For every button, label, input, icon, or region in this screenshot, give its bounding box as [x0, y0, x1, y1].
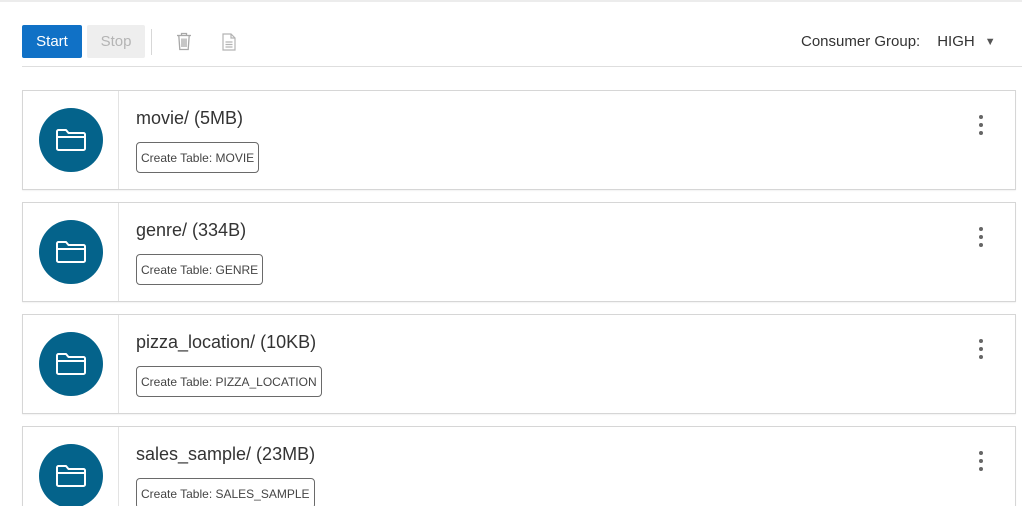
folder-title: pizza_location/ (10KB)	[136, 332, 317, 352]
stop-button[interactable]: Stop	[87, 25, 145, 58]
more-options-icon[interactable]	[974, 225, 988, 249]
more-options-icon[interactable]	[974, 337, 988, 361]
more-options-icon[interactable]	[974, 449, 988, 473]
folder-icon	[39, 444, 103, 506]
more-options-icon[interactable]	[974, 113, 988, 137]
document-icon[interactable]	[218, 30, 240, 54]
create-table-button[interactable]: Create Table: PIZZA_LOCATION	[136, 366, 322, 397]
folder-card[interactable]: sales_sample/ (23MB) Create Table: SALES…	[22, 426, 1016, 506]
folder-title: genre/ (334B)	[136, 220, 247, 240]
start-button[interactable]: Start	[22, 25, 82, 58]
create-table-button[interactable]: Create Table: MOVIE	[136, 142, 260, 173]
consumer-group-value[interactable]: HIGH	[937, 33, 975, 50]
consumer-group[interactable]: Consumer Group: HIGH ▼	[801, 24, 996, 59]
folder-icon	[39, 108, 103, 172]
card-icon-area	[23, 315, 119, 413]
folder-card[interactable]: genre/ (334B) Create Table: GENRE	[22, 202, 1016, 302]
folder-icon	[39, 220, 103, 284]
folder-card[interactable]: pizza_location/ (10KB) Create Table: PIZ…	[22, 314, 1016, 414]
folder-title: sales_sample/ (23MB)	[136, 444, 316, 464]
toolbar-divider	[151, 28, 152, 55]
data-load-panel: Start Stop Consumer Group: HIGH ▼ movie/…	[0, 0, 1022, 506]
create-table-button[interactable]: Create Table: SALES_SAMPLE	[136, 478, 315, 506]
toolbar: Start Stop Consumer Group: HIGH ▼	[22, 24, 1022, 59]
folder-card[interactable]: movie/ (5MB) Create Table: MOVIE	[22, 90, 1016, 190]
chevron-down-icon[interactable]: ▼	[985, 36, 996, 48]
folder-icon	[39, 332, 103, 396]
folder-title: movie/ (5MB)	[136, 108, 244, 128]
card-icon-area	[23, 91, 119, 189]
consumer-group-label: Consumer Group:	[801, 33, 921, 50]
card-icon-area	[23, 203, 119, 301]
card-icon-area	[23, 427, 119, 506]
trash-icon[interactable]	[173, 30, 195, 54]
settings-icon[interactable]	[1017, 34, 1022, 50]
create-table-button[interactable]: Create Table: GENRE	[136, 254, 264, 285]
toolbar-divider-line	[22, 66, 1022, 67]
